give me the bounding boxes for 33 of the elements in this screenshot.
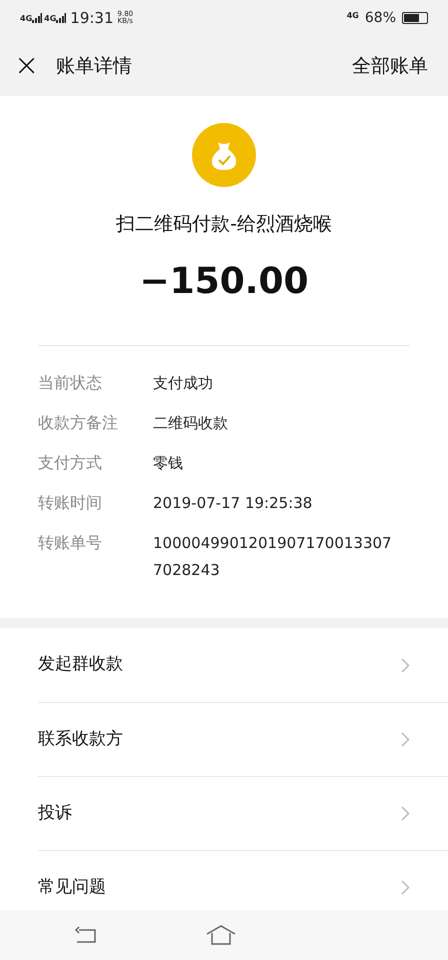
- menu-item[interactable]: 投诉: [38, 776, 448, 850]
- clock: 19:31: [70, 8, 114, 29]
- network-label: 4G: [44, 15, 56, 23]
- detail-label: 支付方式: [38, 452, 103, 474]
- merchant-name: 扫二维码付款-给烈酒烧喉: [116, 212, 332, 237]
- page-title: 账单详情: [56, 54, 132, 79]
- detail-label: 转账时间: [38, 492, 103, 514]
- network-label: 4G: [20, 15, 32, 23]
- money-bag-icon: [192, 123, 256, 187]
- detail-label: 收款方备注: [38, 412, 119, 434]
- back-icon[interactable]: [74, 926, 98, 944]
- detail-label: 当前状态: [38, 372, 103, 394]
- detail-value: 二维码收款: [153, 412, 229, 434]
- battery-percent: 68%: [364, 8, 396, 28]
- chevron-right-icon: [401, 806, 410, 821]
- chevron-right-icon: [401, 880, 410, 895]
- signal-icon: [56, 13, 66, 23]
- chevron-right-icon: [401, 658, 410, 672]
- amount: −150.00: [139, 260, 309, 304]
- close-button[interactable]: ×: [14, 51, 38, 81]
- signal-icon: [32, 13, 42, 23]
- detail-value: 1000049901201907170013307 7028243: [153, 532, 393, 580]
- detail-value: 支付成功: [153, 372, 214, 394]
- menu-item[interactable]: 发起群收款: [38, 628, 448, 702]
- detail-value: 2019-07-17 19:25:38: [153, 492, 314, 514]
- battery-icon: [402, 12, 428, 24]
- chevron-right-icon: [401, 732, 410, 747]
- detail-value: 零钱: [153, 452, 184, 474]
- all-bills-link[interactable]: 全部账单: [352, 52, 428, 80]
- home-icon[interactable]: [206, 925, 236, 945]
- network-label: 4G: [346, 10, 359, 22]
- detail-label: 转账单号: [38, 532, 103, 554]
- menu-item[interactable]: 联系收款方: [38, 702, 448, 776]
